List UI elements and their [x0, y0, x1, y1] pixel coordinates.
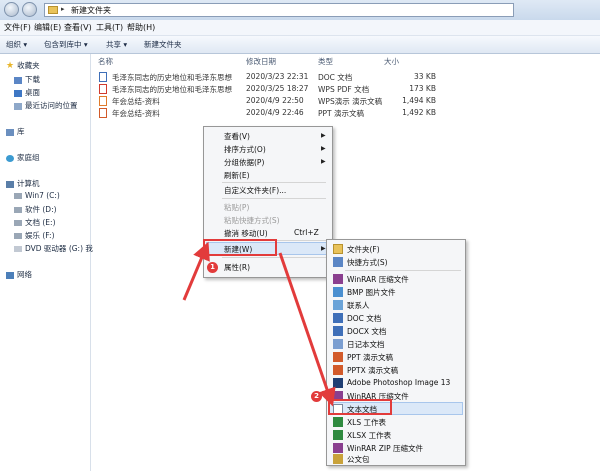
- step-badge-2: 2: [311, 391, 322, 402]
- step-badge-1: 1: [207, 262, 218, 273]
- annotation-arrows: [182, 241, 336, 407]
